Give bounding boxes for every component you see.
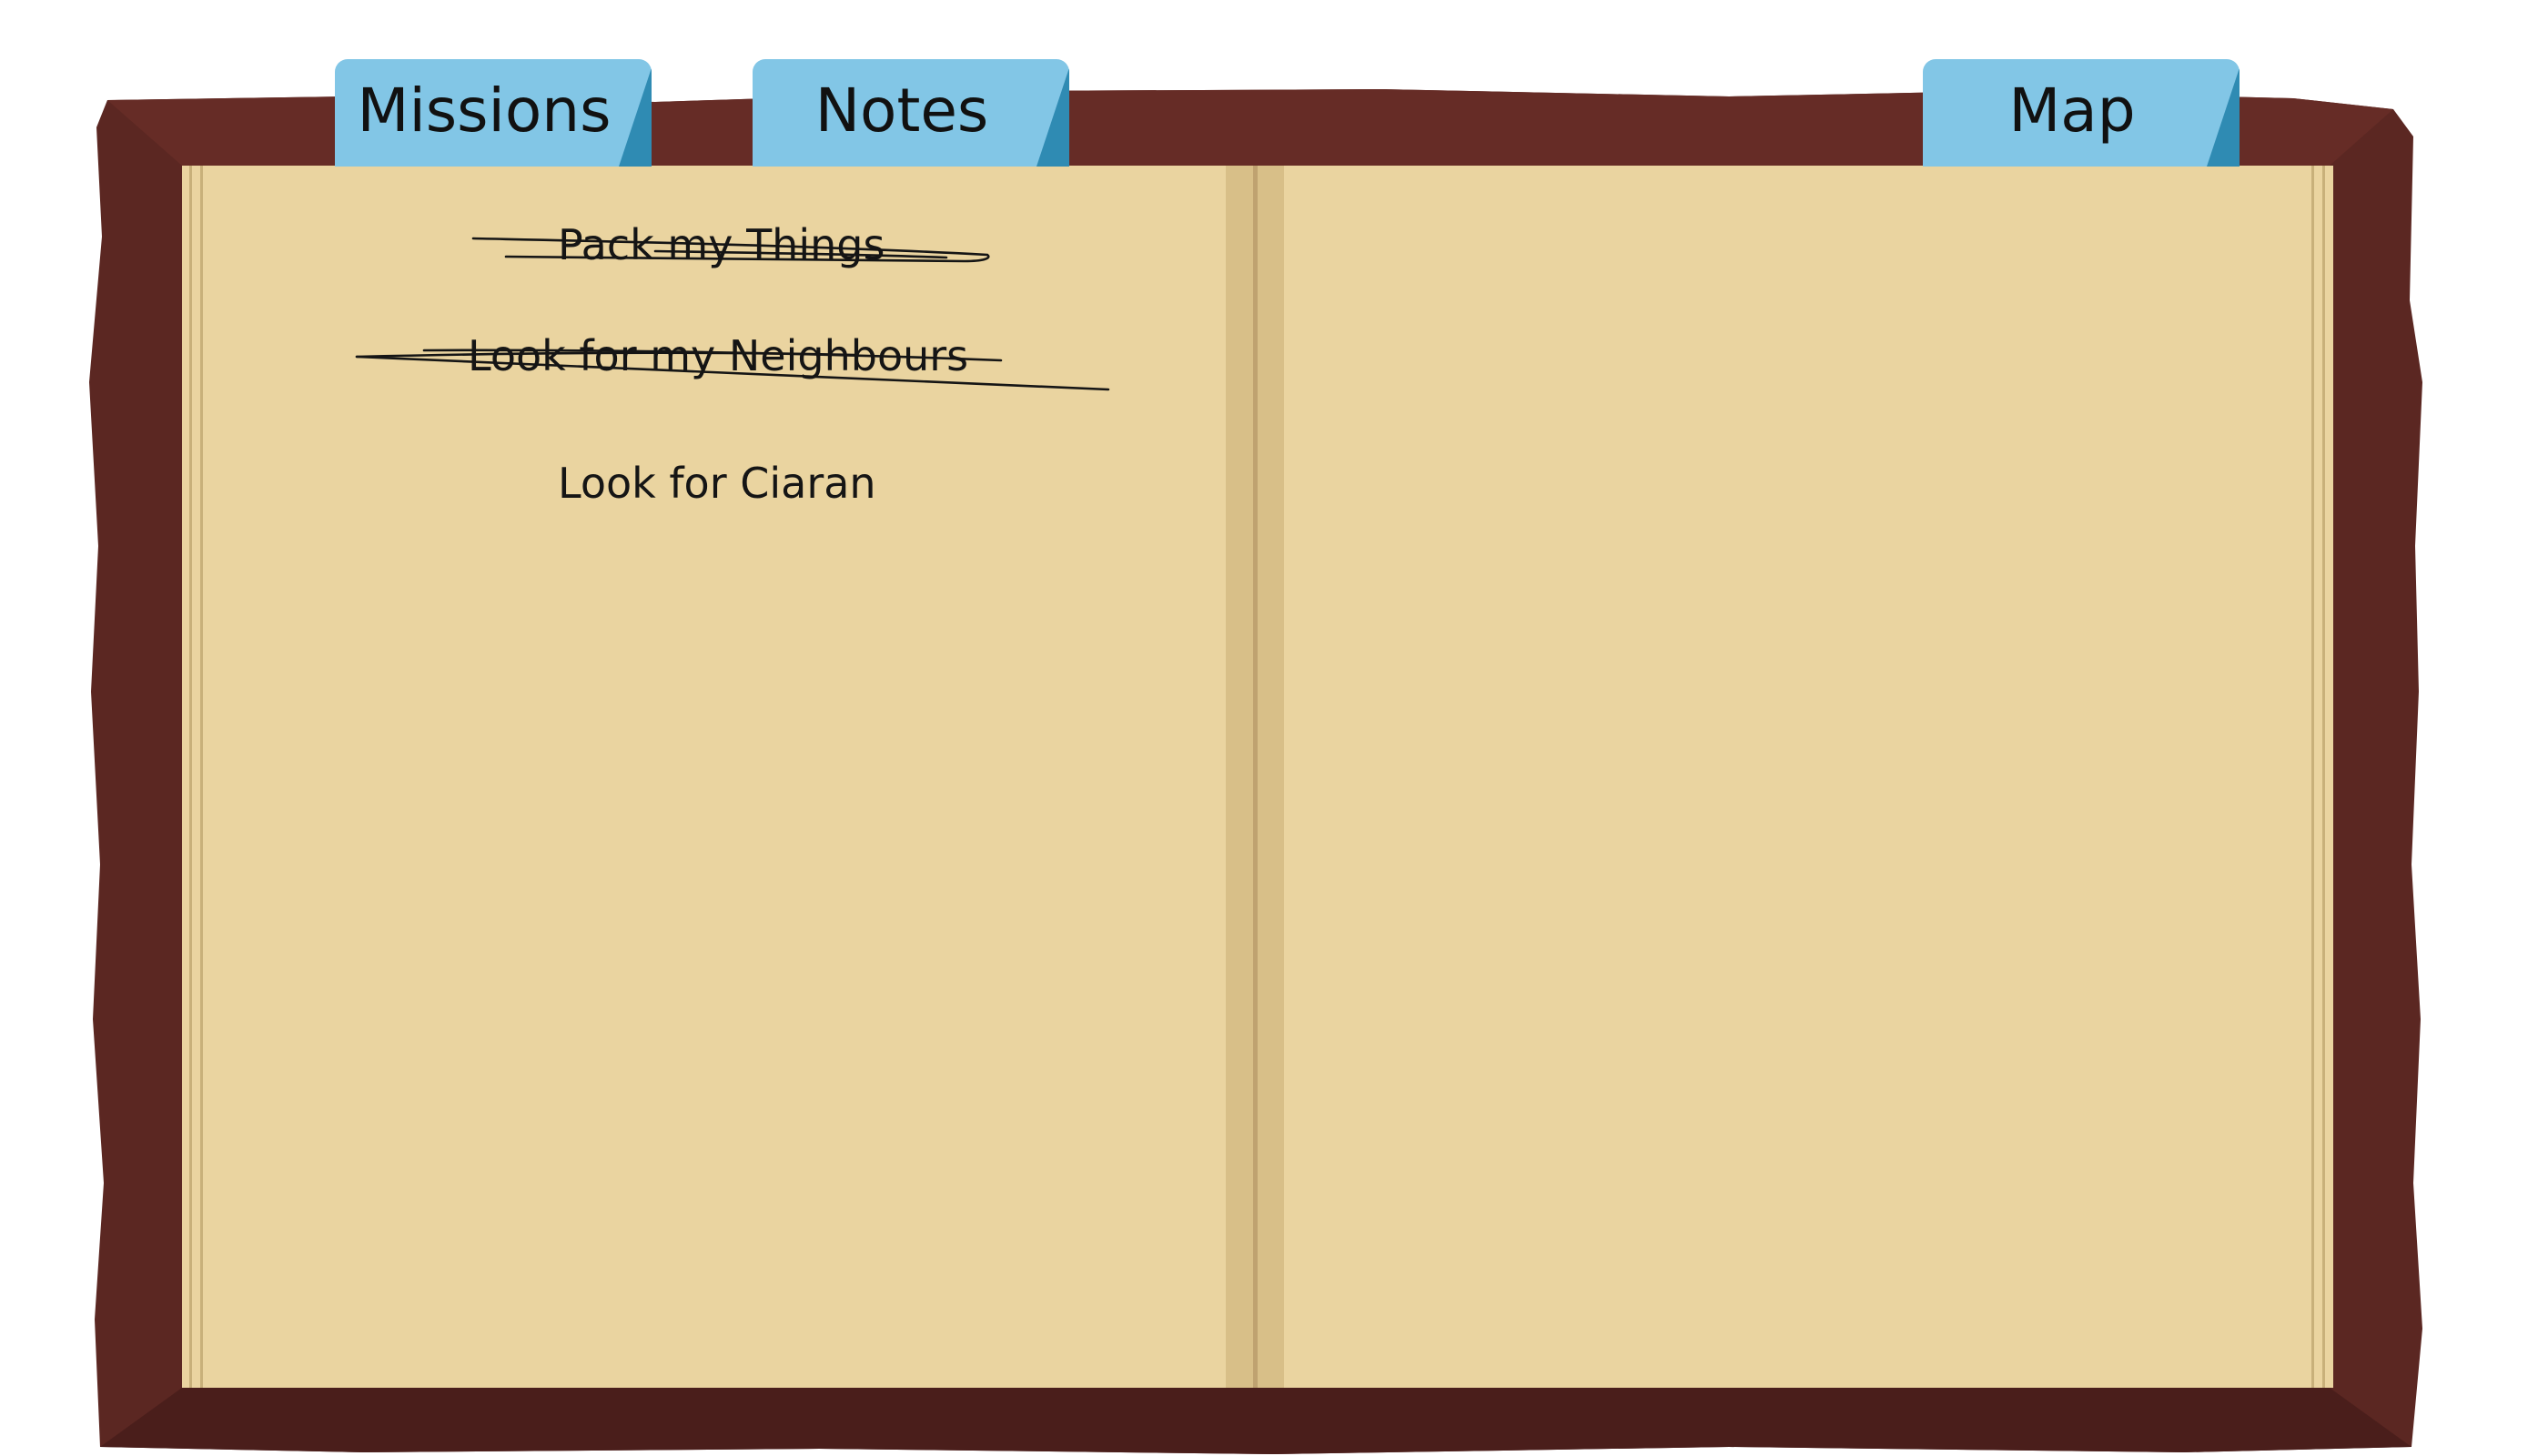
book-cover-bottom (100, 1388, 2412, 1454)
gutter-line (1253, 166, 1258, 1388)
journal-book: Missions Notes Map Pack my Things Look f… (0, 0, 2548, 1456)
right-page-edge (2304, 166, 2333, 1388)
edge-line (200, 166, 203, 1388)
mission-item-look-for-neighbours[interactable]: Look for my Neighbours (468, 331, 968, 380)
left-page-edge (182, 166, 211, 1388)
tab-missions[interactable]: Missions (335, 59, 652, 167)
tab-map[interactable]: Map (1923, 59, 2240, 167)
mission-item-look-for-ciaran[interactable]: Look for Ciaran (558, 459, 876, 508)
tab-notes[interactable]: Notes (753, 59, 1069, 167)
edge-line (2322, 166, 2325, 1388)
mission-item-pack-my-things[interactable]: Pack my Things (558, 220, 885, 269)
tab-notes-label: Notes (814, 76, 989, 146)
book-spine-gutter (1226, 166, 1284, 1388)
tab-map-label: Map (2008, 76, 2136, 146)
edge-line (189, 166, 192, 1388)
tab-missions-label: Missions (357, 76, 612, 146)
right-page (1259, 166, 2333, 1388)
edge-line (2311, 166, 2314, 1388)
